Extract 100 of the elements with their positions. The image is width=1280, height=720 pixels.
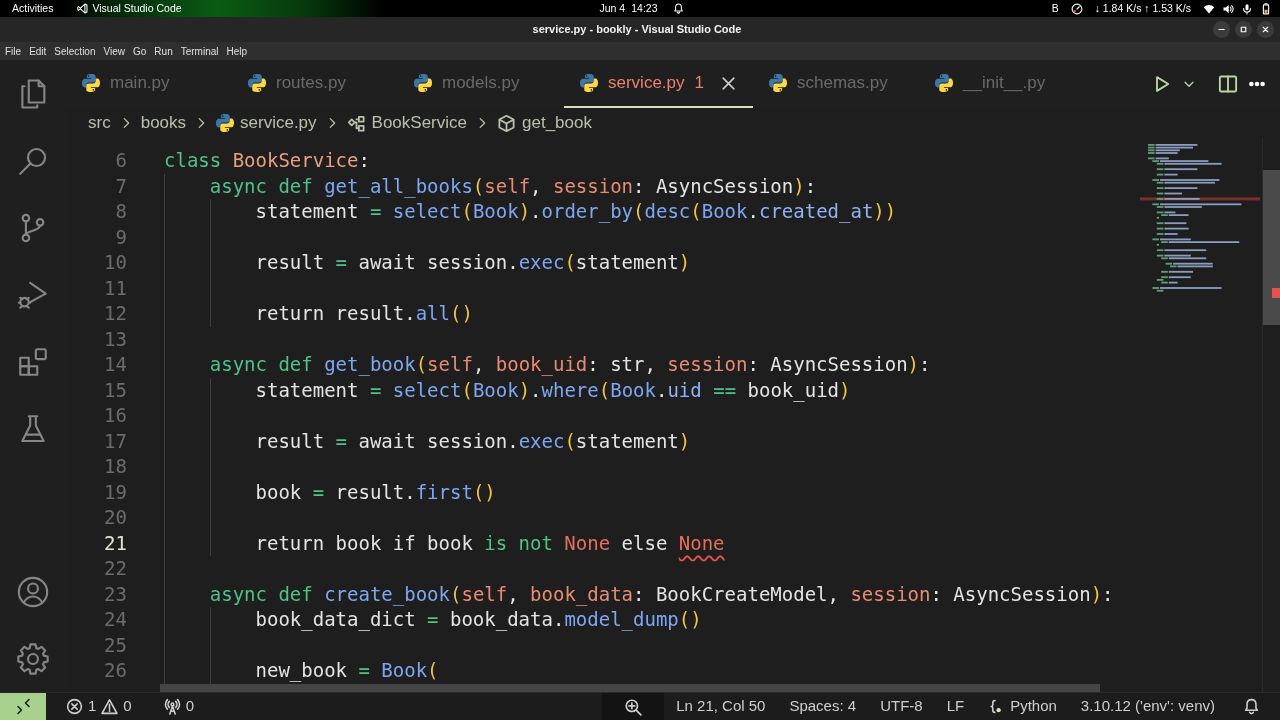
code-line: return result.all() (255, 301, 473, 326)
date-text[interactable]: Jun 4 (599, 0, 626, 17)
code-line: async def create_book(self, book_data: BookCreateModel, session: AsyncSession): (209, 581, 1114, 607)
class-icon (346, 113, 366, 133)
code-line: book = result.first() (255, 479, 496, 505)
code-line: statement = select(Book).order_by(desc(Book.created_at)) (255, 199, 897, 225)
python-icon (769, 74, 787, 92)
breadcrumb-item[interactable]: books (140, 110, 187, 136)
python-icon (216, 114, 235, 132)
code-line: book_data_dict = book_data.model_dump() (255, 607, 702, 633)
microphone-icon[interactable] (1241, 2, 1253, 15)
language-button[interactable]: Python (976, 693, 1069, 720)
breadcrumb-item[interactable]: get_book (497, 110, 592, 136)
python-icon (935, 74, 953, 92)
app-menu[interactable]: Visual Studio Code (77, 0, 182, 17)
python-icon (248, 74, 266, 92)
menu-item[interactable]: Edit (25, 43, 51, 59)
menu-item[interactable]: Go (129, 43, 151, 59)
zoom-in-icon (624, 697, 643, 716)
warning-icon (101, 698, 119, 715)
menu-item[interactable]: Terminal (176, 43, 223, 59)
close-icon[interactable] (720, 74, 737, 92)
wifi-icon[interactable] (1203, 2, 1215, 15)
vertical-scrollbar[interactable] (1262, 138, 1280, 692)
code-line: result = await session.exec(statement) (255, 428, 691, 454)
line-number: 8 (115, 200, 127, 222)
bell-icon (673, 3, 685, 14)
menu-item[interactable]: Selection (50, 43, 100, 59)
line-number: 9 (115, 225, 127, 248)
line-number: 20 (104, 506, 127, 528)
line-number: 17 (104, 429, 127, 452)
python-icon (82, 74, 100, 92)
line-number: 12 (104, 302, 127, 324)
bell-icon[interactable] (1243, 698, 1260, 715)
network-speed: ↓ 1.84 K/s ↑ 1.53 K/s (1094, 0, 1191, 16)
line-number: 21 (104, 531, 127, 554)
breadcrumb-item[interactable]: BookService (346, 110, 467, 136)
line-number: 22 (104, 557, 127, 579)
problems-button[interactable]: 1 0 (54, 693, 144, 720)
line-number: 15 (104, 378, 127, 401)
time-text[interactable]: 14:23 (631, 0, 658, 17)
code-line: class BookService: (164, 148, 370, 173)
error-marker-icon (1272, 288, 1280, 298)
breadcrumb-item[interactable]: src (88, 110, 111, 136)
account-icon[interactable] (16, 574, 50, 609)
line-number: 16 (104, 404, 127, 426)
maximize-button[interactable] (1235, 21, 1252, 38)
split-editor-icon[interactable] (1218, 74, 1238, 94)
ports-button[interactable]: 0 (151, 693, 207, 720)
line-number: 18 (104, 455, 127, 477)
cube-icon (497, 113, 516, 133)
error-icon (66, 698, 83, 715)
line-number: 6 (115, 149, 127, 171)
menu-item[interactable]: View (99, 43, 129, 59)
line-number: 23 (104, 582, 127, 605)
indentation-button[interactable]: Spaces: 4 (777, 693, 869, 720)
python-icon (580, 74, 598, 92)
antenna-icon (163, 698, 181, 715)
close-button[interactable] (1257, 21, 1274, 38)
minimize-button[interactable] (1213, 21, 1230, 38)
scrollbar-thumb[interactable] (1263, 170, 1280, 325)
interpreter-button[interactable]: 3.10.12 ('env': venv) (1068, 693, 1227, 720)
code-line: result = await session.exec(statement) (255, 250, 691, 275)
line-number: 7 (115, 174, 127, 197)
breadcrumb-item[interactable]: service.py (216, 110, 317, 136)
close-icon (1261, 25, 1270, 34)
code-line: return book if book is not None else None (255, 530, 725, 556)
battery-icon[interactable] (1260, 2, 1272, 15)
line-number: 24 (104, 608, 127, 630)
line-number: 19 (104, 480, 127, 503)
line-ending-button[interactable]: LF (934, 693, 977, 720)
editor-tab[interactable]: service.py 1 (564, 60, 753, 108)
encoding-button[interactable]: UTF-8 (868, 693, 935, 720)
activities-button[interactable]: Activities (12, 0, 54, 17)
window-title: service.py - bookly - Visual Studio Code (532, 22, 742, 38)
line-number: 25 (104, 633, 127, 656)
zoom-button[interactable] (602, 693, 665, 720)
line-number: 26 (104, 659, 127, 681)
line-number: 13 (104, 327, 127, 350)
speaker-icon[interactable] (1222, 2, 1234, 15)
code-line: async def get_book(self, book_uid: str, session: AsyncSession): (209, 352, 931, 378)
line-number: 11 (104, 276, 127, 299)
menu-item[interactable]: Run (150, 43, 177, 59)
code-line: statement = select(Book).where(Book.uid == book_uid) (255, 377, 851, 403)
keyboard-indicator[interactable]: B (1051, 0, 1059, 17)
menu-item[interactable]: Help (222, 43, 252, 59)
code-line: async def get_all_books(self, session: AsyncSession): (209, 173, 817, 199)
horizontal-scrollbar[interactable] (160, 684, 1100, 692)
chevrons-icon (14, 698, 32, 715)
app-logo-icon (77, 3, 89, 14)
settings-icon[interactable] (16, 641, 50, 676)
code-line: new_book = Book( (255, 658, 439, 684)
menu-item[interactable]: File (1, 43, 26, 59)
dial-icon[interactable] (1070, 2, 1083, 15)
line-number: 10 (104, 251, 127, 273)
maximize-icon (1239, 25, 1248, 34)
line-number: 14 (104, 353, 127, 375)
remote-button[interactable] (0, 693, 46, 720)
cursor-position[interactable]: Ln 21, Col 50 (664, 693, 778, 720)
python-icon (414, 74, 432, 92)
